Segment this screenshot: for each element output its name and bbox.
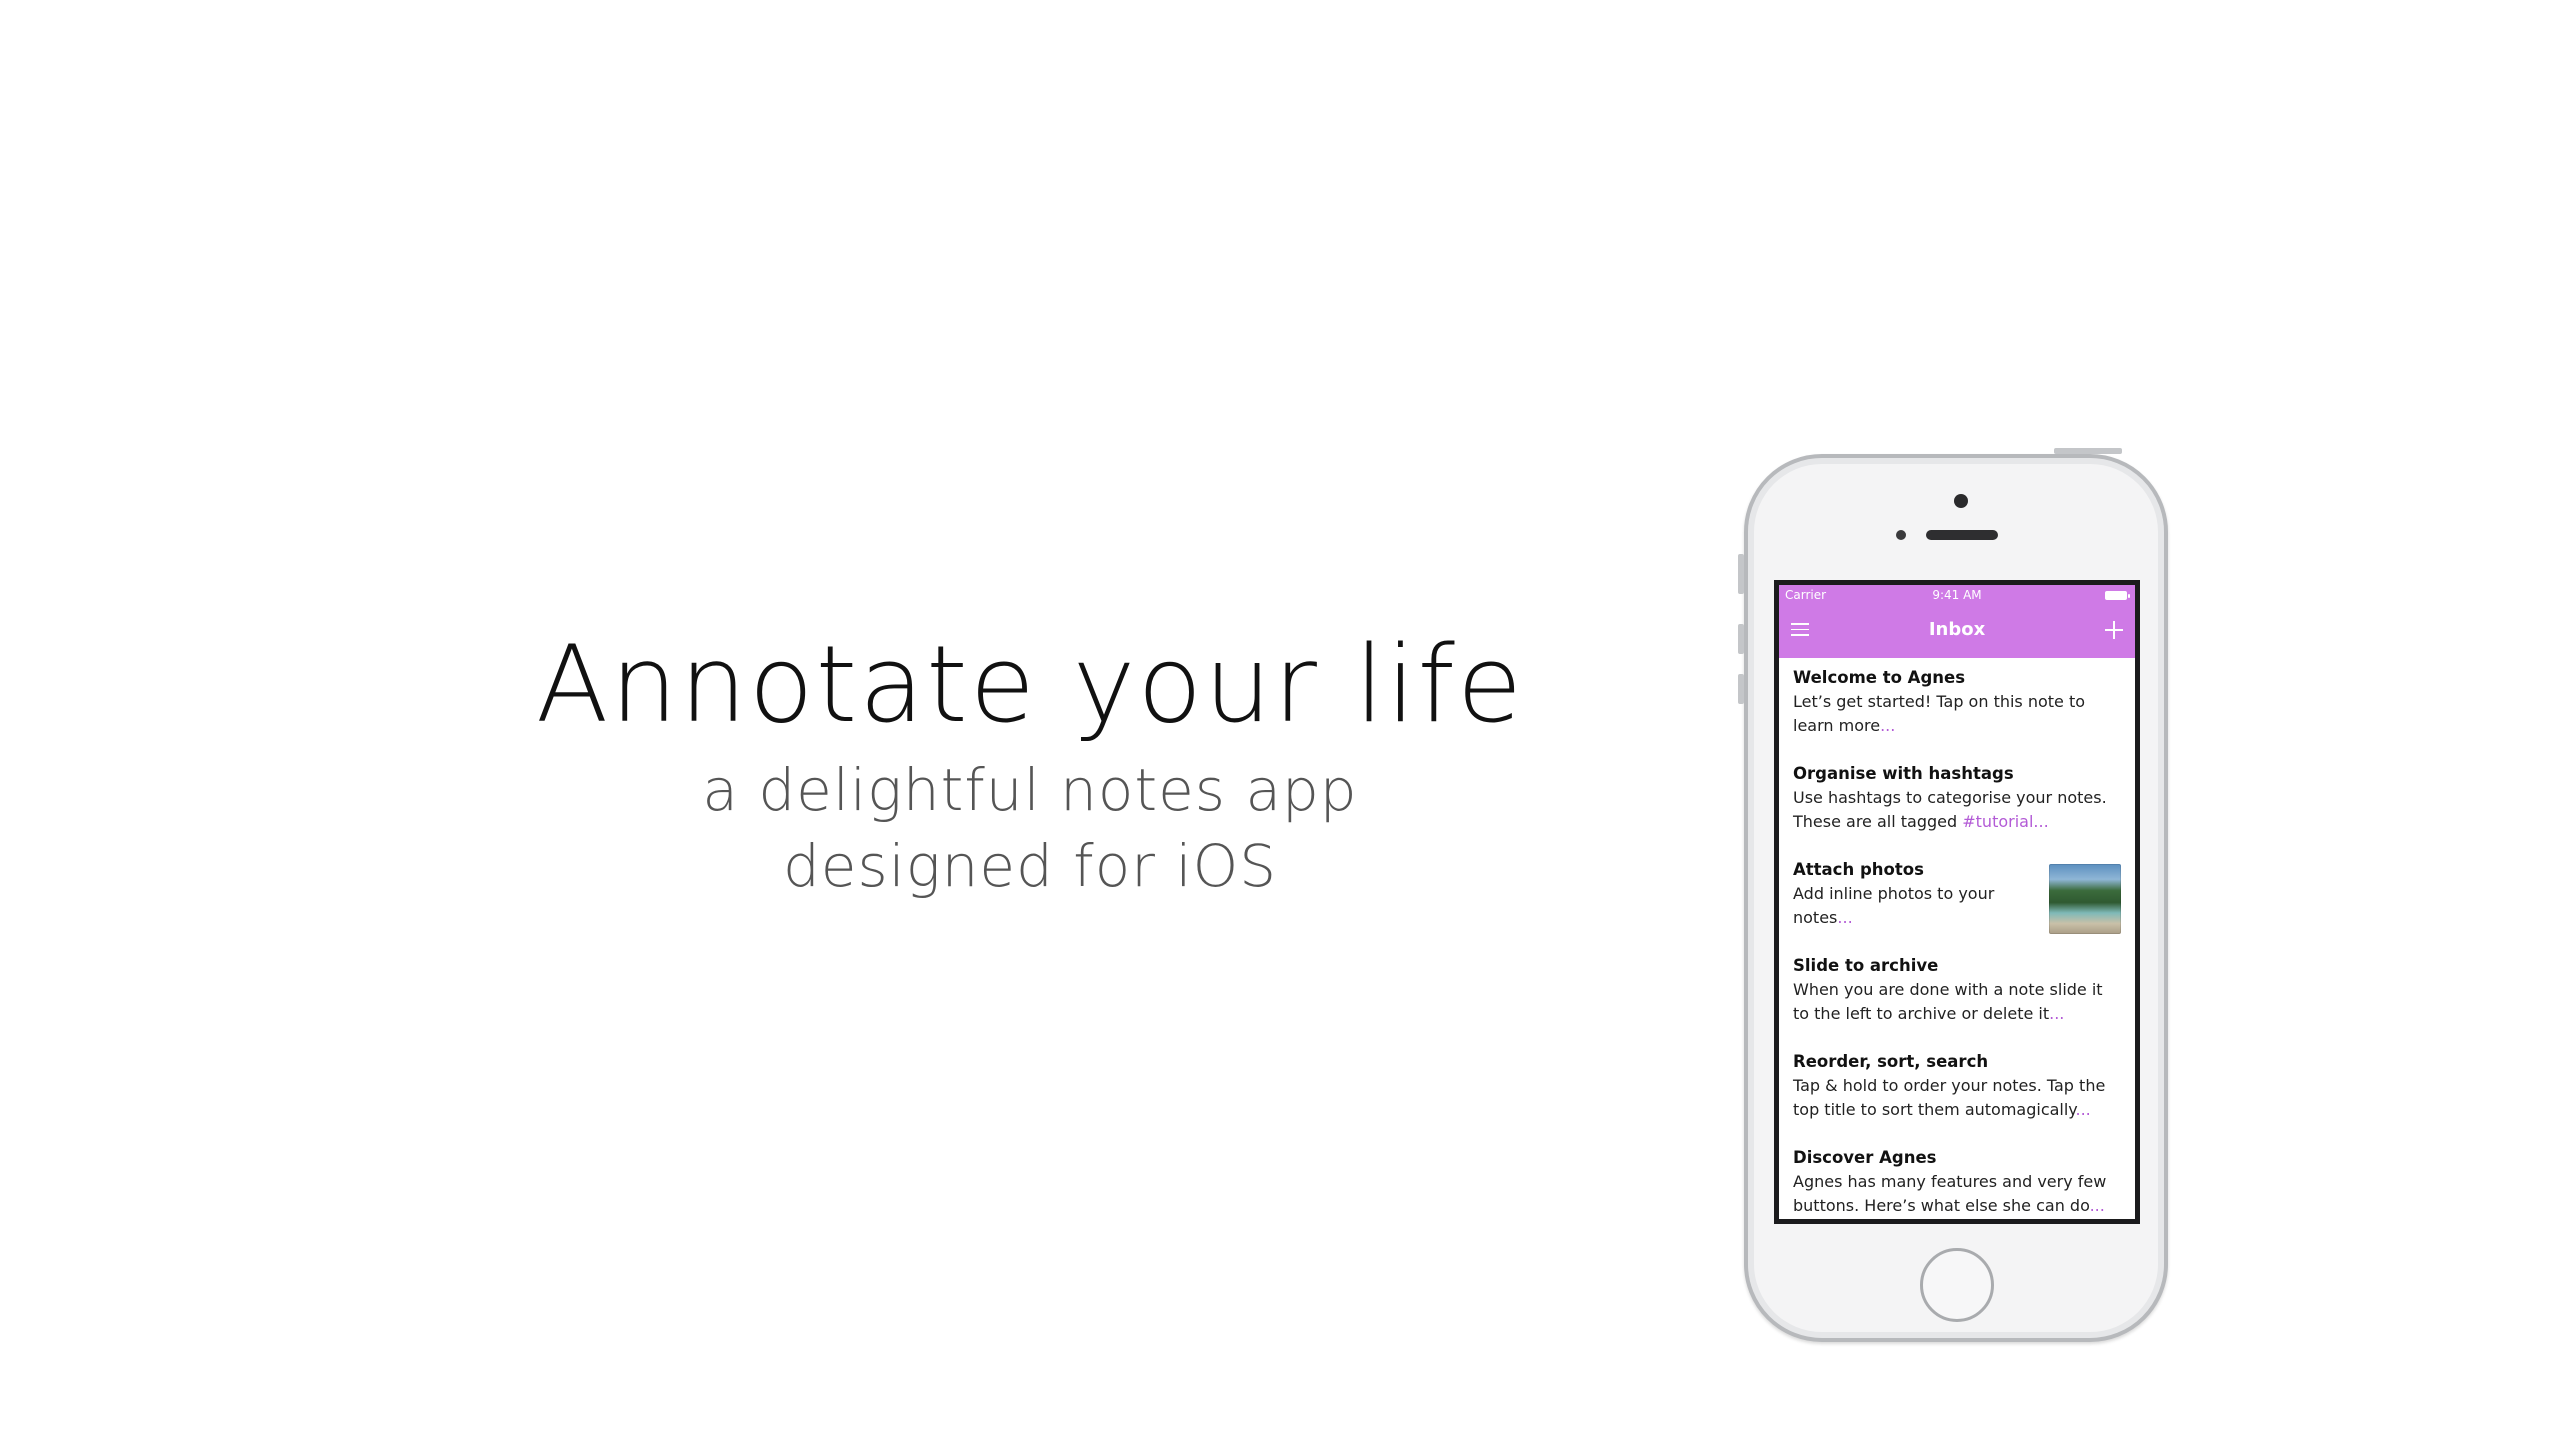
- photo-thumbnail[interactable]: [2049, 864, 2121, 934]
- mute-switch: [1738, 554, 1744, 594]
- note-title: Attach photos: [1793, 860, 1924, 879]
- hero-subtitle-line-2: designed for iOS: [782, 832, 1278, 900]
- nav-header: Carrier 9:41 AM Inbox: [1779, 585, 2135, 658]
- note-title: Reorder, sort, search: [1793, 1052, 1989, 1071]
- note-body: When you are done with a note slide it t…: [1793, 980, 2103, 1023]
- plus-icon[interactable]: [2105, 621, 2123, 639]
- note-title: Discover Agnes: [1793, 1148, 1937, 1167]
- front-camera: [1954, 494, 1968, 508]
- notes-list: Welcome to Agnes Let’s get started! Tap …: [1779, 658, 2135, 1219]
- nav-title-inbox[interactable]: Inbox: [1779, 619, 2135, 640]
- list-item[interactable]: Attach photos Add inline photos to your …: [1793, 858, 2121, 954]
- marketing-stage: Annotate your life a delightful notes ap…: [0, 0, 2560, 1440]
- phone-screen: Carrier 9:41 AM Inbox Welcome to Agnes L…: [1774, 580, 2140, 1224]
- note-body: Agnes has many features and very few but…: [1793, 1172, 2107, 1215]
- hero-title: Annotate your life: [535, 623, 1525, 746]
- note-body: Add inline photos to your notes...: [1793, 884, 1995, 927]
- note-body: Let’s get started! Tap on this note to l…: [1793, 692, 2086, 735]
- power-button: [2054, 448, 2122, 454]
- list-item[interactable]: Reorder, sort, search Tap & hold to orde…: [1793, 1050, 2121, 1146]
- navigation-bar: Inbox: [1779, 605, 2135, 655]
- proximity-sensor: [1896, 530, 1906, 540]
- status-bar: Carrier 9:41 AM: [1779, 585, 2135, 605]
- note-body: Tap & hold to order your notes. Tap the …: [1793, 1076, 2106, 1119]
- volume-up-button: [1738, 624, 1744, 654]
- note-title: Slide to archive: [1793, 956, 1939, 975]
- hashtag-link[interactable]: #tutorial: [1962, 812, 2033, 831]
- hero-subtitle-line-1: a delightful notes app: [702, 756, 1358, 824]
- earpiece-speaker: [1926, 530, 1998, 540]
- battery-icon: [2105, 591, 2130, 600]
- note-title: Organise with hashtags: [1793, 764, 2014, 783]
- home-button[interactable]: [1920, 1248, 1994, 1322]
- status-time: 9:41 AM: [1932, 588, 1982, 602]
- list-item[interactable]: Slide to archive When you are done with …: [1793, 954, 2121, 1050]
- list-item[interactable]: Organise with hashtags Use hashtags to c…: [1793, 762, 2121, 858]
- volume-down-button: [1738, 674, 1744, 704]
- list-item[interactable]: Discover Agnes Agnes has many features a…: [1793, 1146, 2121, 1219]
- iphone-frame: Carrier 9:41 AM Inbox Welcome to Agnes L…: [1738, 448, 2168, 1342]
- note-body: Use hashtags to categorise your notes. T…: [1793, 788, 2107, 831]
- hero: Annotate your life a delightful notes ap…: [500, 620, 1560, 902]
- note-title: Welcome to Agnes: [1793, 668, 1966, 687]
- list-item[interactable]: Welcome to Agnes Let’s get started! Tap …: [1793, 666, 2121, 762]
